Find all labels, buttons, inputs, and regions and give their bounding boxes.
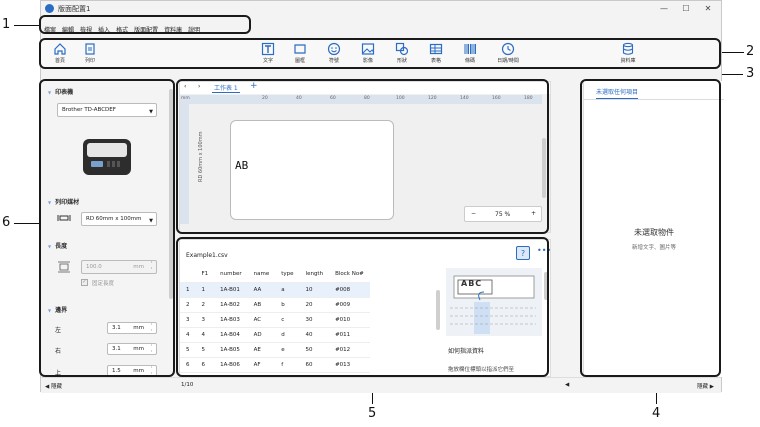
window-title: 版面配置1 <box>58 5 91 13</box>
callout-1-line <box>14 25 40 26</box>
callout-2-line <box>720 52 744 53</box>
properties-outline <box>580 79 721 377</box>
scroll-left-icon[interactable]: ◀ <box>565 382 569 388</box>
callout-6: 6 <box>2 215 11 230</box>
callout-6-line <box>14 223 40 224</box>
close-button[interactable]: ✕ <box>697 2 719 16</box>
menu-bar-outline <box>39 15 251 34</box>
hide-left-label: 隱藏 <box>50 384 62 390</box>
canvas-outline <box>176 79 549 234</box>
callout-3: 3 <box>746 66 755 81</box>
ribbon-outline <box>39 38 721 69</box>
callout-4: 4 <box>652 406 661 421</box>
status-bar: ◀ 隱藏 1/10 ◀ 隱藏 ▶ <box>41 377 721 393</box>
page-indicator: 1/10 <box>181 382 194 388</box>
callout-1: 1 <box>2 17 11 32</box>
maximize-button[interactable]: ☐ <box>675 2 697 16</box>
callout-2: 2 <box>746 44 755 59</box>
hide-left-panel-button[interactable]: ◀ 隱藏 <box>45 382 62 390</box>
hide-right-panel-button[interactable]: 隱藏 ▶ <box>697 382 714 390</box>
left-panel-outline <box>39 79 175 377</box>
database-outline <box>176 237 549 377</box>
app-logo-icon <box>45 4 54 13</box>
hide-right-label: 隱藏 <box>697 384 709 390</box>
minimize-button[interactable]: — <box>653 2 675 16</box>
callout-5: 5 <box>368 406 377 421</box>
